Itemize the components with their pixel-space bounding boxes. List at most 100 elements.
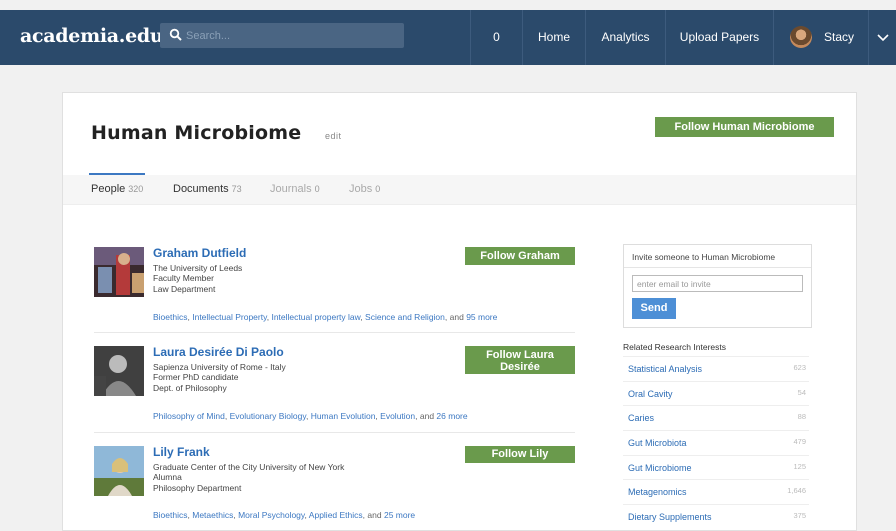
- related-interest-count: 54: [797, 388, 806, 397]
- divider: [624, 267, 811, 268]
- more-interests-link[interactable]: 25 more: [384, 510, 415, 520]
- interest-link[interactable]: Moral Psychology: [238, 510, 304, 520]
- related-interest-item[interactable]: Gut Microbiota 479: [623, 430, 809, 455]
- person-name[interactable]: Laura Desirée Di Paolo: [153, 345, 284, 359]
- nav-upload-papers[interactable]: Upload Papers: [665, 10, 773, 65]
- tab-label: Documents: [173, 183, 229, 195]
- interest-link[interactable]: Science and Religion: [365, 312, 445, 322]
- follow-person-button[interactable]: Follow Lily: [465, 446, 575, 463]
- related-interest-count: 479: [793, 437, 806, 446]
- interest-link[interactable]: Evolutionary Biology: [230, 411, 306, 421]
- interest-link[interactable]: Evolution: [380, 411, 415, 421]
- send-invite-button[interactable]: Send: [632, 298, 676, 319]
- academia-logo[interactable]: academia.edu: [20, 25, 164, 47]
- interest-link[interactable]: Applied Ethics: [309, 510, 363, 520]
- nav-user-menu[interactable]: Stacy: [773, 10, 868, 65]
- divider: [94, 332, 575, 333]
- related-interest-label[interactable]: Caries: [628, 413, 654, 423]
- related-interest-item[interactable]: Gut Microbiome 125: [623, 455, 809, 480]
- divider: [94, 432, 575, 433]
- page-title: Human Microbiome: [91, 122, 302, 144]
- tab-journals[interactable]: Journals 0: [270, 183, 320, 195]
- profile-photo[interactable]: [94, 346, 144, 396]
- nav-home[interactable]: Home: [522, 10, 585, 65]
- interest-link[interactable]: Philosophy of Mind: [153, 411, 225, 421]
- person-affiliation: Sapienza University of Rome - Italy: [153, 362, 286, 372]
- tab-label: Jobs: [349, 183, 373, 195]
- follow-person-button[interactable]: Follow Graham: [465, 247, 575, 265]
- interest-link[interactable]: Intellectual property law: [271, 312, 360, 322]
- tab-people[interactable]: People 320: [91, 183, 143, 195]
- related-interest-label[interactable]: Gut Microbiome: [628, 463, 692, 473]
- person-role: Alumna: [153, 472, 182, 482]
- search-box[interactable]: [160, 23, 404, 48]
- and-text: and: [367, 510, 382, 520]
- user-avatar: [790, 26, 812, 48]
- search-icon: [169, 28, 182, 41]
- more-interests-link[interactable]: 95 more: [466, 312, 497, 322]
- edit-link[interactable]: edit: [325, 131, 342, 141]
- related-interest-count: 375: [793, 511, 806, 520]
- profile-photo[interactable]: [94, 247, 144, 297]
- tab-jobs[interactable]: Jobs 0: [349, 183, 380, 195]
- person-name[interactable]: Lily Frank: [153, 445, 210, 459]
- interest-link[interactable]: Metaethics: [192, 510, 233, 520]
- related-interest-label[interactable]: Dietary Supplements: [628, 512, 712, 522]
- interest-link[interactable]: Human Evolution: [311, 411, 376, 421]
- user-menu-toggle[interactable]: [868, 10, 896, 65]
- person-department: Dept. of Philosophy: [153, 383, 227, 393]
- related-interest-count: 88: [797, 412, 806, 421]
- related-interests-title: Related Research Interests: [623, 342, 726, 352]
- tab-count: 320: [128, 184, 144, 194]
- related-interest-item[interactable]: Statistical Analysis 623: [623, 356, 809, 381]
- invite-box: Invite someone to Human Microbiome Send: [623, 244, 812, 328]
- interest-link[interactable]: Bioethics: [153, 510, 188, 520]
- user-name: Stacy: [824, 30, 855, 44]
- tab-count: 0: [314, 184, 320, 194]
- related-interest-item[interactable]: Dietary Supplements 375: [623, 504, 809, 529]
- related-interest-label[interactable]: Statistical Analysis: [628, 364, 702, 374]
- invite-email-input[interactable]: [632, 275, 803, 292]
- tab-bar: People 320 Documents 73 Journals 0 Jobs 0: [63, 175, 856, 205]
- search-input[interactable]: [186, 26, 396, 45]
- tab-count: 73: [231, 184, 242, 194]
- related-interest-count: 125: [793, 462, 806, 471]
- tab-label: Journals: [270, 183, 312, 195]
- invite-title: Invite someone to Human Microbiome: [632, 252, 776, 262]
- interest-link[interactable]: Intellectual Property: [192, 312, 267, 322]
- person-interests: Philosophy of Mind, Evolutionary Biology…: [153, 411, 468, 421]
- profile-photo[interactable]: [94, 446, 144, 496]
- topic-card: Human Microbiome edit Follow Human Micro…: [62, 92, 857, 531]
- active-tab-indicator: [89, 173, 145, 175]
- related-interest-label[interactable]: Oral Cavity: [628, 389, 673, 399]
- related-interest-count: 623: [793, 363, 806, 372]
- person-department: Philosophy Department: [153, 483, 242, 493]
- related-interest-item[interactable]: Metagenomics 1,646: [623, 479, 809, 504]
- tab-documents[interactable]: Documents 73: [173, 183, 242, 195]
- related-interest-item[interactable]: Oral Cavity 54: [623, 381, 809, 406]
- top-spacer: [0, 0, 896, 10]
- tab-count: 0: [375, 184, 381, 194]
- tab-label: People: [91, 183, 126, 195]
- nav-analytics[interactable]: Analytics: [585, 10, 665, 65]
- person-interests: Bioethics, Intellectual Property, Intell…: [153, 312, 498, 322]
- more-interests-link[interactable]: 26 more: [436, 411, 467, 421]
- follow-label-line: Desirée: [500, 361, 540, 373]
- person-role: Faculty Member: [153, 273, 214, 283]
- follow-label-line: Follow Laura: [486, 349, 554, 361]
- related-interest-label[interactable]: Gut Microbiota: [628, 438, 687, 448]
- person-department: Law Department: [153, 284, 216, 294]
- top-navbar: academia.edu 0 Home Analytics Upload Pap…: [0, 0, 896, 65]
- person-role: Former PhD candidate: [153, 372, 239, 382]
- and-text: and: [449, 312, 464, 322]
- related-interest-count: 1,646: [787, 486, 806, 495]
- related-interest-label[interactable]: Metagenomics: [628, 487, 687, 497]
- follow-topic-button[interactable]: Follow Human Microbiome: [655, 117, 834, 137]
- interest-link[interactable]: Bioethics: [153, 312, 188, 322]
- related-interest-item[interactable]: Caries 88: [623, 405, 809, 430]
- follow-person-button[interactable]: Follow Laura Desirée: [465, 346, 575, 374]
- person-interests: Bioethics, Metaethics, Moral Psychology,…: [153, 510, 416, 520]
- person-name[interactable]: Graham Dutfield: [153, 246, 246, 260]
- notification-count[interactable]: 0: [470, 10, 522, 65]
- and-text: and: [419, 411, 435, 421]
